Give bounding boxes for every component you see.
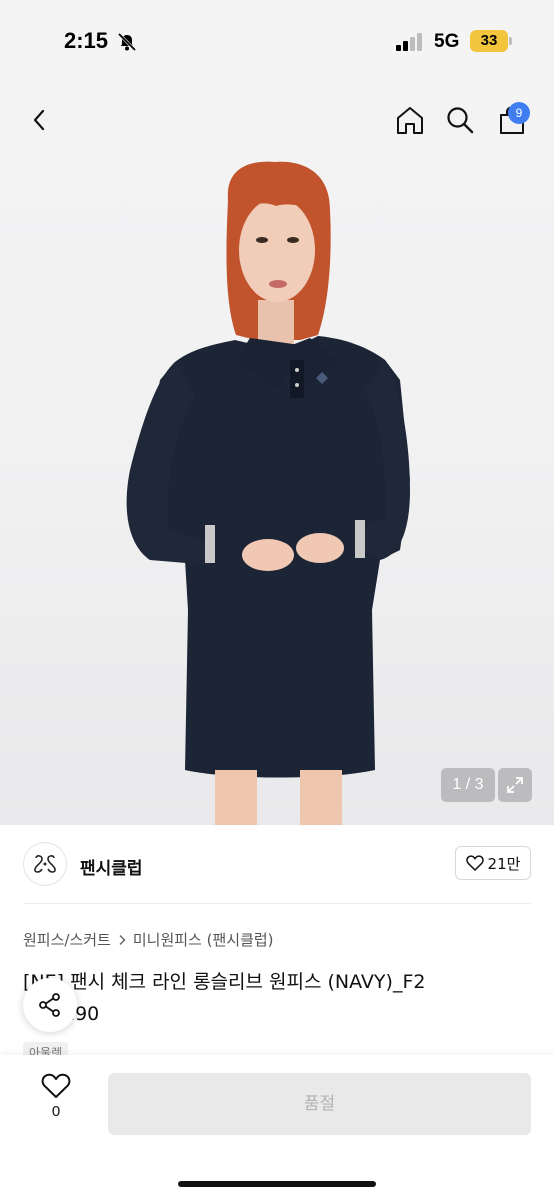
share-button[interactable]	[23, 978, 77, 1032]
heart-icon	[41, 1073, 71, 1098]
divider	[23, 903, 531, 904]
breadcrumb-category[interactable]: 원피스/스커트	[23, 929, 111, 950]
product-title-line1: [NE] 팬시 체크 라인 롱슬리브 원피스 (NAVY)_F2	[23, 971, 426, 993]
brand-like-count: 21만	[487, 854, 521, 873]
chevron-right-icon	[119, 934, 126, 945]
back-button[interactable]	[20, 100, 60, 140]
status-time: 2:15	[64, 28, 109, 53]
soldout-button[interactable]: 품절	[108, 1073, 531, 1135]
heart-icon	[465, 855, 484, 871]
home-indicator	[178, 1181, 376, 1187]
product-title: [NE] 팬시 체크 라인 롱슬리브 원피스 (NAVY)_F2 290	[23, 966, 533, 1030]
cart-badge: 9	[508, 102, 530, 124]
network-label: 5G	[434, 31, 460, 52]
breadcrumb: 원피스/스커트 미니원피스 (팬시클럽)	[23, 929, 274, 950]
image-counter: 1 / 3	[441, 768, 495, 802]
search-icon	[447, 107, 474, 134]
chevron-left-icon	[33, 109, 45, 131]
bell-mute-icon	[117, 32, 137, 52]
bottom-bar: 0 품절	[0, 1055, 554, 1200]
brand-name[interactable]: 팬시클럽	[80, 854, 143, 879]
home-button[interactable]	[390, 100, 430, 140]
share-icon	[39, 993, 60, 1017]
battery-indicator: 33	[470, 30, 508, 52]
expand-button[interactable]	[498, 768, 532, 802]
brand-logo-icon	[34, 855, 56, 873]
wish-button[interactable]: 0	[38, 1073, 74, 1120]
search-button[interactable]	[440, 100, 480, 140]
signal-icon	[396, 33, 422, 51]
battery-tip	[509, 37, 512, 45]
expand-icon	[507, 777, 523, 793]
home-icon	[397, 107, 423, 134]
brand-logo[interactable]	[23, 842, 67, 886]
brand-like-button[interactable]: 21만	[455, 846, 531, 880]
wish-count: 0	[51, 1103, 61, 1120]
breadcrumb-subcategory[interactable]: 미니원피스 (팬시클럽)	[133, 929, 274, 950]
brand-row: 팬시클럽 21만	[0, 826, 554, 904]
product-title-line2: 290	[63, 1003, 100, 1025]
status-bar: 2:15 5G 33	[0, 0, 554, 80]
